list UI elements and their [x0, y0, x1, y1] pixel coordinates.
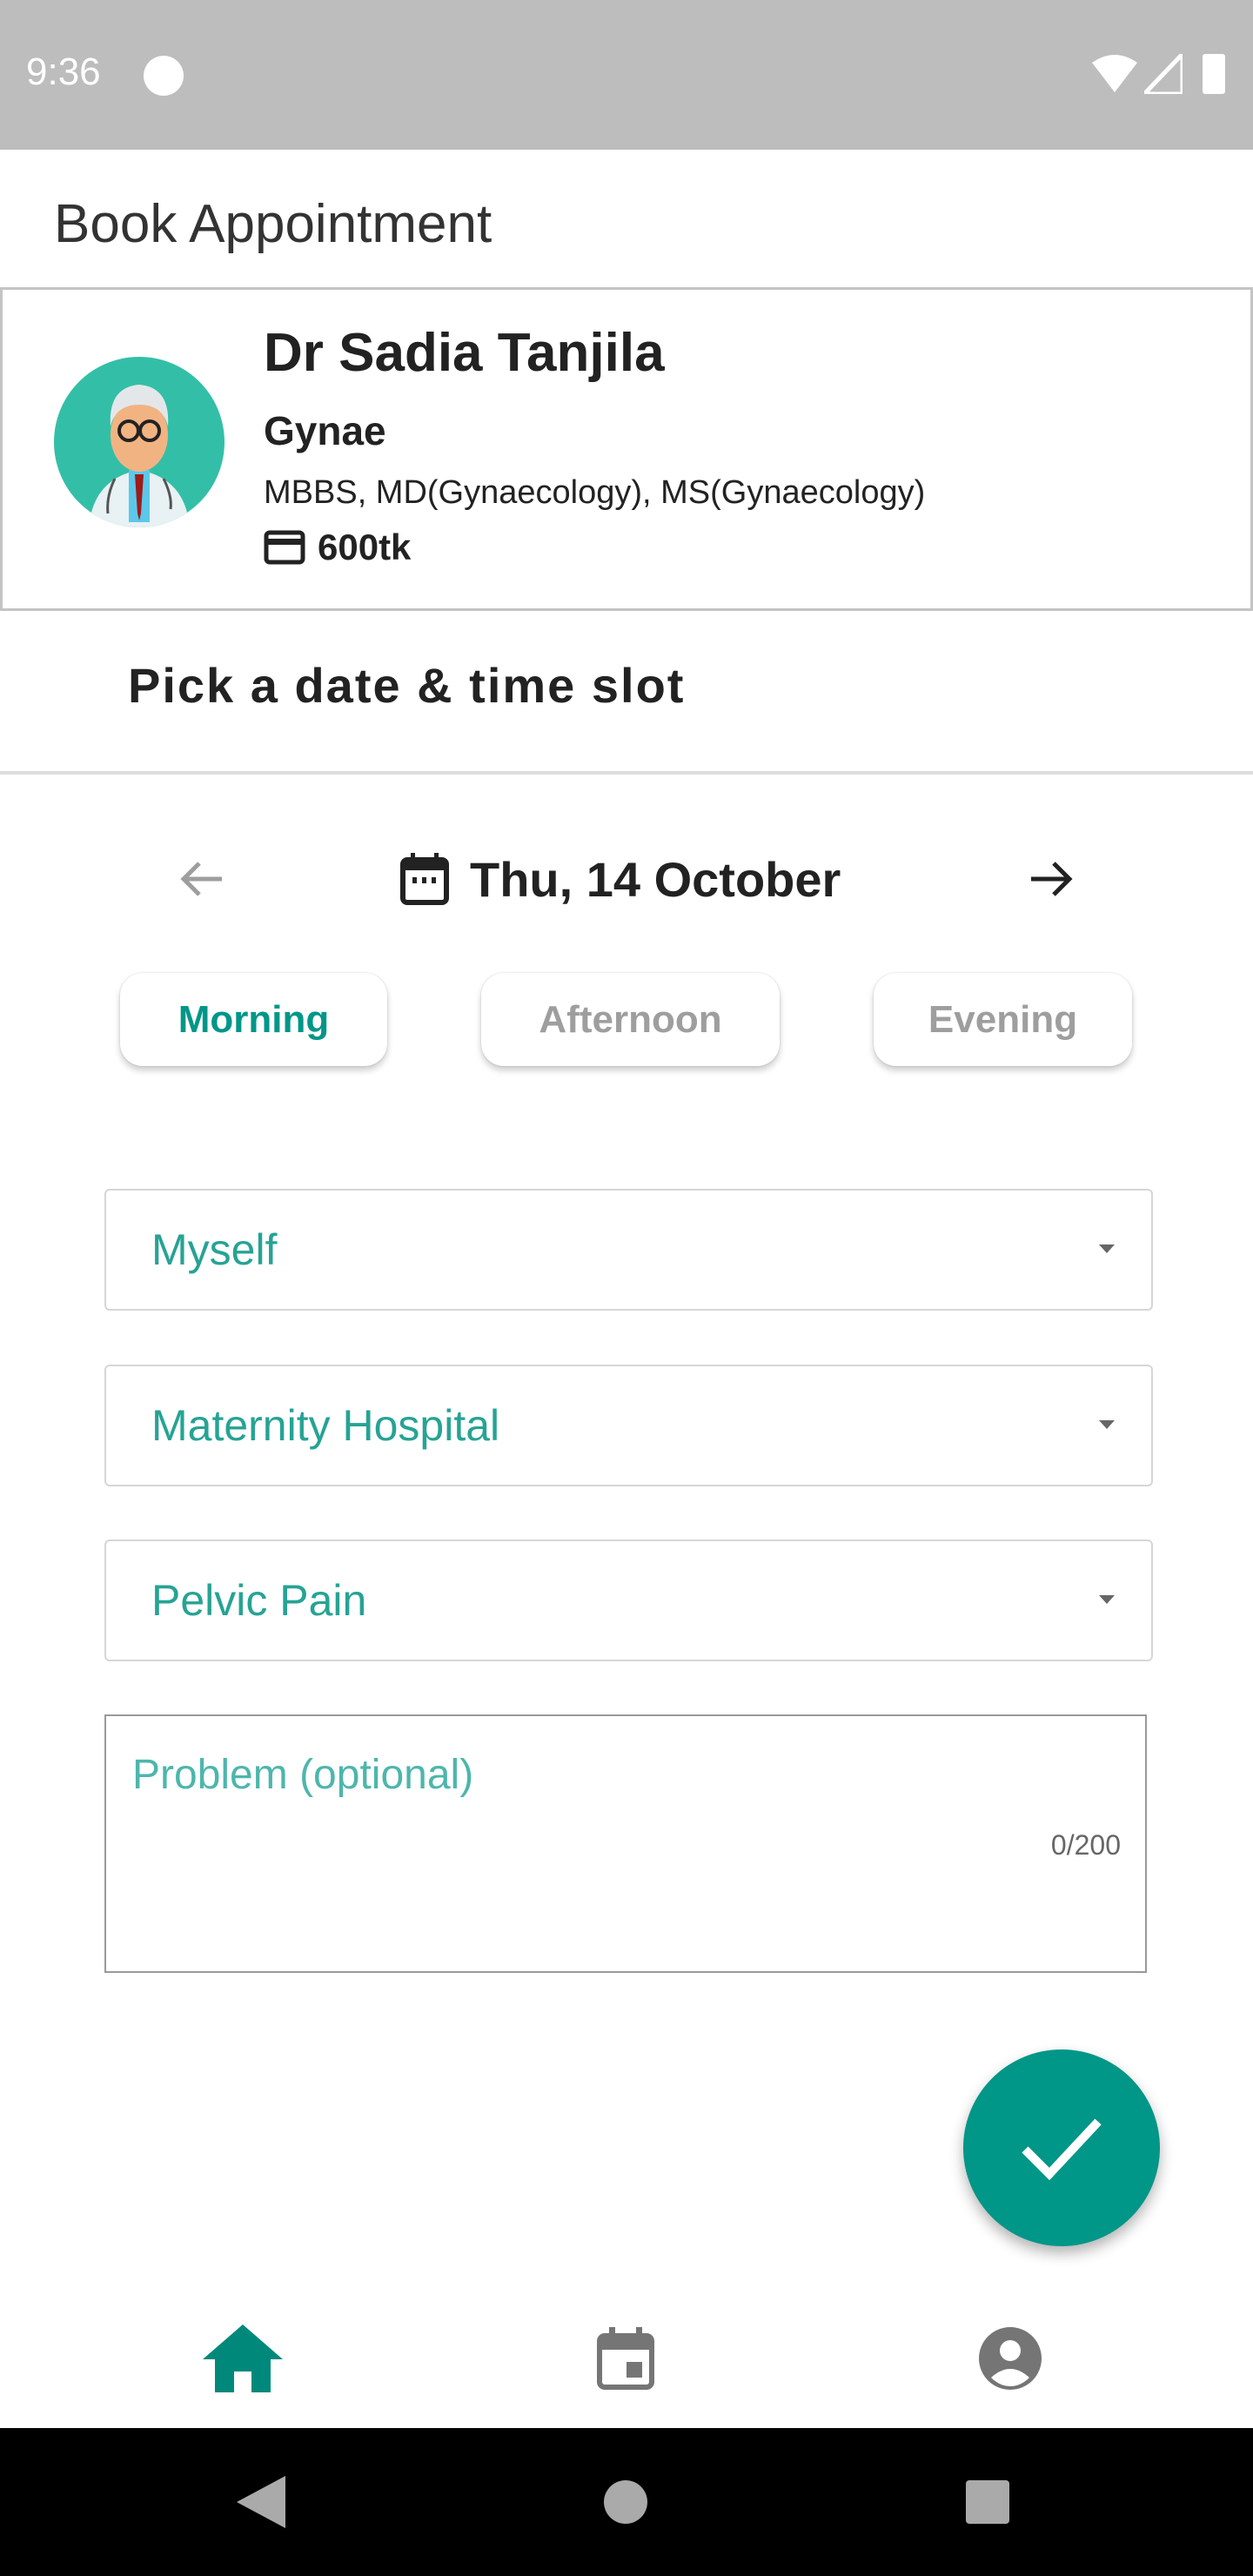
confirm-booking-button[interactable]: [963, 2049, 1160, 2246]
account-circle-icon: [979, 2327, 1042, 2390]
slot-evening[interactable]: Evening: [874, 973, 1132, 1066]
page-title: Book Appointment: [54, 194, 492, 254]
status-time: 9:36: [26, 50, 101, 93]
check-icon: [1022, 2118, 1102, 2181]
next-date-button[interactable]: [1016, 849, 1086, 909]
previous-date-button[interactable]: [167, 849, 237, 909]
signal-icon: [1144, 54, 1183, 94]
system-navigation-bar: [0, 2428, 1253, 2576]
recents-icon[interactable]: [966, 2480, 1009, 2524]
credit-card-icon: [264, 530, 305, 565]
reason-select[interactable]: Pelvic Pain: [104, 1540, 1153, 1661]
section-title: Pick a date & time slot: [128, 658, 686, 713]
problem-textarea[interactable]: Problem (optional) 0/200: [104, 1714, 1147, 1973]
doctor-name: Dr Sadia Tanjila: [264, 323, 665, 383]
character-counter: 0/200: [1050, 1829, 1121, 1861]
home-icon: [203, 2324, 283, 2392]
nav-profile[interactable]: [967, 2315, 1054, 2402]
hospital-select[interactable]: Maternity Hospital: [104, 1365, 1153, 1486]
problem-placeholder: Problem (optional): [132, 1752, 474, 1798]
arrow-left-icon: [180, 862, 222, 896]
notification-icon: [144, 56, 184, 96]
calendar-event-icon: [597, 2327, 654, 2390]
hospital-value: Maternity Hospital: [151, 1401, 500, 1450]
nav-home[interactable]: [199, 2315, 286, 2402]
doctor-degrees: MBBS, MD(Gynaecology), MS(Gynaecology): [264, 474, 926, 511]
status-bar: 9:36: [0, 0, 1253, 150]
selected-date[interactable]: Thu, 14 October: [400, 849, 841, 909]
patient-select[interactable]: Myself: [104, 1189, 1153, 1311]
arrow-right-icon: [1031, 862, 1073, 896]
doctor-avatar: [54, 357, 224, 527]
consultation-fee: 600tk: [264, 527, 411, 568]
reason-value: Pelvic Pain: [151, 1576, 367, 1625]
slot-afternoon[interactable]: Afternoon: [481, 973, 780, 1066]
dropdown-caret-icon: [1099, 1420, 1115, 1429]
doctor-specialty: Gynae: [264, 408, 386, 453]
nav-appointments[interactable]: [582, 2315, 669, 2402]
calendar-icon: [400, 853, 449, 905]
home-circle-icon[interactable]: [604, 2480, 647, 2524]
wifi-icon: [1092, 55, 1137, 92]
patient-value: Myself: [151, 1225, 278, 1274]
battery-icon: [1203, 54, 1225, 94]
back-icon[interactable]: [237, 2476, 285, 2528]
dropdown-caret-icon: [1099, 1244, 1115, 1253]
date-label: Thu, 14 October: [470, 851, 841, 907]
dropdown-caret-icon: [1099, 1595, 1115, 1604]
fee-amount: 600tk: [318, 527, 412, 567]
slot-morning[interactable]: Morning: [120, 973, 387, 1066]
divider: [0, 771, 1253, 775]
